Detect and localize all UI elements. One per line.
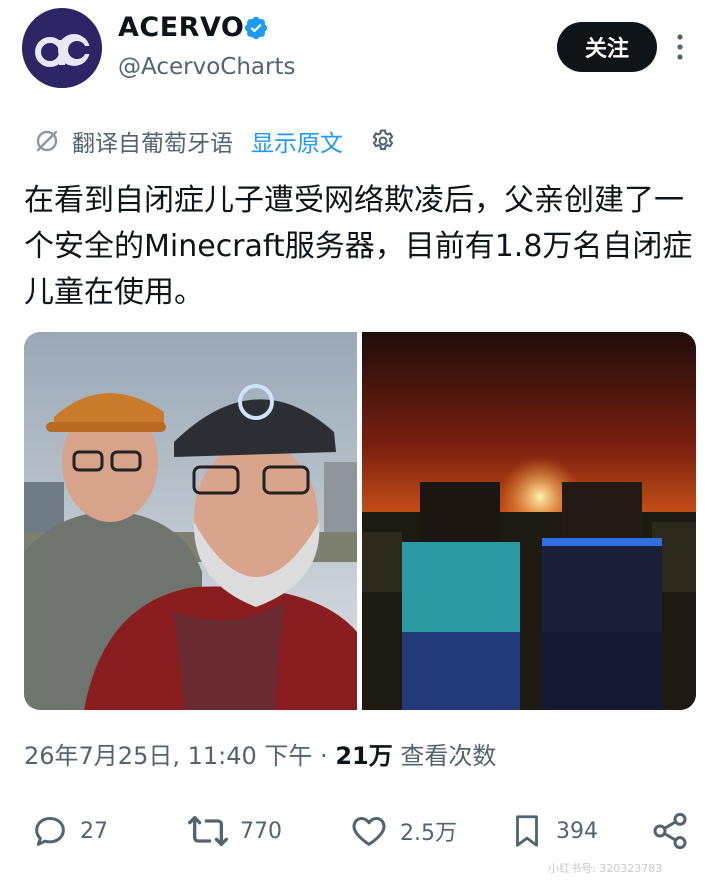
share-icon [653,812,687,850]
bookmark-count: 394 [556,818,598,844]
show-original-link[interactable]: 显示原文 [251,124,343,158]
reply-icon [35,817,65,846]
gear-icon[interactable] [369,127,397,155]
translation-label: 翻译自葡萄牙语 [72,131,233,157]
avatar-logo [22,8,102,88]
share-button[interactable] [650,808,690,854]
retweet-count: 770 [240,818,282,844]
minecraft-sunset-image[interactable] [362,332,696,710]
like-button[interactable]: 2.5万 [348,808,457,854]
watermark: 小红书号: 320323783 [548,862,663,875]
user-handle[interactable]: @AcervoCharts [118,54,295,80]
bookmark-icon [516,815,538,847]
translation-bar: 翻译自葡萄牙语 显示原文 [34,124,397,158]
user-name[interactable]: ACERVO [118,12,244,43]
follow-button[interactable]: 关注 [557,22,657,72]
like-icon [352,817,386,846]
photo-father-son[interactable] [24,332,357,710]
bookmark-button[interactable]: 394 [508,808,598,854]
tweet-text: 在看到自闭症儿子遭受网络欺凌后，父亲创建了一个安全的Minecraft服务器，目… [24,183,693,310]
reply-button[interactable]: 27 [30,808,108,854]
avatar[interactable] [22,8,102,88]
meta-separator: · [320,742,328,770]
tweet-meta: 26年7月25日, 11:40 下午 · 21万 查看次数 [24,736,496,771]
retweet-button[interactable]: 770 [186,808,282,854]
views-label: 查看次数 [400,742,497,770]
verified-badge-icon [244,16,268,40]
retweet-icon [188,816,228,846]
translate-icon [36,130,58,152]
views-count: 21万 [335,742,393,770]
like-count: 2.5万 [400,821,457,846]
reply-count: 27 [80,818,108,844]
timestamp[interactable]: 26年7月25日, 11:40 下午 [24,742,312,770]
more-icon[interactable] [672,32,688,62]
